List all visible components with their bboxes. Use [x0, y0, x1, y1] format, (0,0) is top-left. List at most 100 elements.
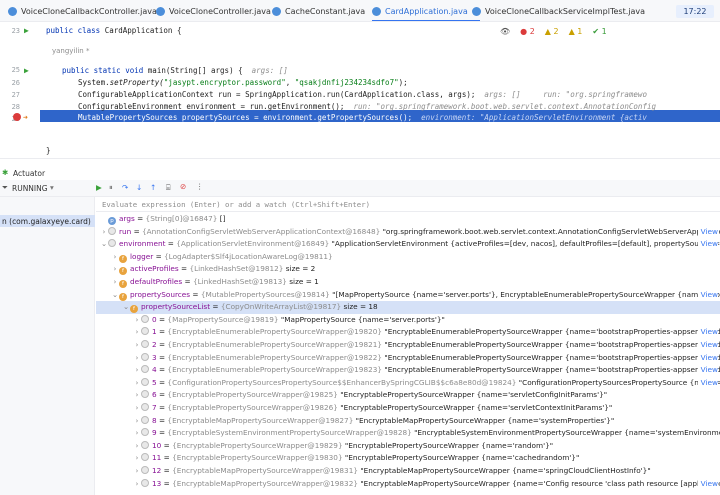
variable-row[interactable]: › 8 = {EncryptableMapPropertySourceWrappe… — [96, 415, 720, 428]
object-icon — [141, 340, 149, 348]
debug-tab-strip: ✱ Actuator — [0, 168, 720, 180]
filter-icon[interactable]: ⏷ — [2, 183, 8, 193]
view-link[interactable]: View — [697, 477, 718, 491]
view-link[interactable]: View — [697, 288, 718, 302]
more-icon[interactable]: ⋮ — [196, 182, 204, 191]
thread-state[interactable]: RUNNING — [12, 184, 48, 193]
variable-row[interactable]: › f logger = {LogAdapter$Slf4jLocationAwar… — [96, 251, 720, 264]
variable-row[interactable]: › 3 = {EncryptableEnumerablePropertySourc… — [96, 351, 720, 365]
java-class-icon — [372, 6, 381, 16]
variable-value: "EncryptableEnumerablePropertySourceWrap… — [384, 340, 720, 349]
variable-value: "EncryptableEnumerablePropertySourceWrap… — [384, 352, 720, 362]
variable-name: environment — [119, 239, 166, 249]
equals-sign: = — [131, 226, 143, 236]
weak-warning-count[interactable]: ▲ 1 — [569, 27, 583, 36]
breakpoint-icon[interactable] — [13, 113, 21, 121]
expand-icon[interactable]: › — [133, 415, 141, 428]
variable-value: "EncryptablePropertySourceWrapper {name=… — [340, 403, 613, 412]
inline-debug-hint: environment: "ApplicationServletEnvironm… — [421, 113, 647, 122]
expand-icon[interactable]: › — [111, 263, 119, 276]
tab-voiceclonecontroller[interactable]: VoiceCloneController.java — [156, 0, 271, 21]
variable-row[interactable]: › 5 = {ConfigurationPropertySourcesProper… — [96, 376, 720, 390]
variable-row[interactable]: › 12 = {EncryptableMapPropertySourceWrapp… — [96, 465, 720, 478]
expand-icon[interactable]: › — [111, 276, 119, 289]
variable-row[interactable]: ⌄ f propertySources = {MutablePropertySour… — [96, 288, 720, 302]
variable-row[interactable]: › f activeProfiles = {LinkedHashSet@19812}… — [96, 263, 720, 276]
expand-icon[interactable]: › — [133, 352, 141, 365]
expand-icon[interactable]: › — [133, 326, 141, 339]
variable-row[interactable]: › run = {AnnotationConfigServletWebServer… — [96, 225, 720, 239]
expand-icon[interactable]: › — [133, 402, 141, 415]
expand-icon[interactable]: › — [133, 452, 141, 465]
breakpoints-icon[interactable]: ⊘ — [180, 182, 186, 191]
variable-row[interactable]: ⌄ f propertySourceList = {CopyOnWriteArray… — [96, 301, 720, 314]
view-link[interactable]: View — [697, 376, 718, 390]
step-over-icon[interactable]: ↷ — [122, 183, 128, 192]
run-gutter-icon[interactable]: ▶ — [24, 26, 29, 35]
tab-cacheconstant[interactable]: CacheConstant.java — [272, 0, 365, 21]
expand-icon[interactable]: › — [111, 251, 119, 264]
eye-icon[interactable]: 👁 — [500, 27, 510, 36]
expand-icon[interactable]: › — [133, 389, 141, 402]
inline-debug-hint: args: [] run: "org.springframewo — [484, 90, 647, 99]
variable-row[interactable]: › 6 = {EncryptablePropertySourceWrapper@1… — [96, 389, 720, 402]
variable-row[interactable]: › 13 = {EncryptableMapPropertySourceWrapp… — [96, 477, 720, 491]
expand-icon[interactable]: › — [133, 377, 141, 390]
variable-value: "EncryptableSystemEnvironmentPropertySou… — [414, 428, 720, 438]
tab-voiceclonecallbackserviceimpltest[interactable]: VoiceCloneCallbackServiceImplTest.java — [472, 0, 645, 21]
variable-row[interactable]: ⌄ environment = {ApplicationServletEnviro… — [96, 238, 720, 251]
variable-row[interactable]: › 11 = {EncryptablePropertySourceWrapper@… — [96, 452, 720, 465]
variable-row[interactable]: › 7 = {EncryptablePropertySourceWrapper@1… — [96, 402, 720, 415]
code-editor[interactable]: 👁 ● 2 ▲ 2 ▲ 1 ✔ 1 23 25 26 27 28 29 ▶ ▶ … — [0, 22, 720, 158]
object-icon — [141, 327, 149, 336]
view-link[interactable]: View — [697, 225, 718, 239]
variable-row[interactable]: › 1 = {EncryptableEnumerablePropertySourc… — [96, 326, 720, 339]
equals-sign: = — [156, 390, 168, 400]
stack-frame[interactable]: n (com.galaxyeye.card) — [0, 215, 95, 227]
expand-icon[interactable]: › — [133, 440, 141, 453]
collapse-icon[interactable]: ⌄ — [122, 301, 130, 314]
tab-cardapplication[interactable]: CardApplication.java× — [372, 0, 481, 21]
variable-row[interactable]: › 2 = {EncryptableEnumerablePropertySourc… — [96, 339, 720, 352]
variable-row[interactable]: › 9 = {EncryptableSystemEnvironmentProper… — [96, 427, 720, 440]
tab-actuator[interactable]: Actuator — [13, 169, 45, 178]
panel-divider[interactable] — [0, 158, 720, 159]
collapse-icon[interactable]: ⌄ — [100, 238, 108, 251]
view-link[interactable]: View — [697, 351, 718, 365]
evaluate-icon[interactable]: ⌸ — [166, 183, 171, 193]
author-hint[interactable]: yangyilin * — [52, 47, 89, 55]
java-class-icon — [472, 6, 481, 16]
expand-icon[interactable]: › — [133, 364, 141, 377]
run-gutter-icon[interactable]: ▶ — [24, 66, 29, 75]
expand-icon[interactable]: › — [133, 314, 141, 327]
pause-icon[interactable]: ⏸ — [109, 183, 113, 193]
ok-count[interactable]: ✔ 1 — [592, 27, 606, 36]
variable-row[interactable]: › 0 = {MapPropertySource@19819} "MapPrope… — [96, 314, 720, 327]
resume-icon[interactable]: ▶ — [96, 183, 102, 192]
expand-icon[interactable]: › — [133, 478, 141, 491]
collapse-icon[interactable]: ⌄ — [111, 289, 119, 302]
variable-row[interactable]: › 10 = {EncryptablePropertySourceWrapper@… — [96, 440, 720, 453]
error-count[interactable]: ● 2 — [520, 27, 535, 36]
expand-icon[interactable]: › — [133, 427, 141, 440]
thread-dropdown-icon[interactable]: ▾ — [50, 183, 54, 192]
step-into-icon[interactable]: ↓ — [136, 183, 142, 192]
expand-icon[interactable]: › — [133, 339, 141, 352]
expand-icon[interactable]: › — [133, 465, 141, 478]
variable-name: 10 — [152, 440, 162, 450]
variable-row[interactable]: › 4 = {EncryptableEnumerablePropertySourc… — [96, 364, 720, 377]
variable-row[interactable]: › f defaultProfiles = {LinkedHashSet@19813… — [96, 276, 720, 289]
step-out-icon[interactable]: ↑ — [150, 183, 156, 192]
expand-icon[interactable]: › — [100, 226, 108, 239]
equals-sign: = — [210, 302, 221, 312]
inspection-widget[interactable]: 👁 ● 2 ▲ 2 ▲ 1 ✔ 1 — [500, 27, 607, 36]
tab-voiceclonecallbackcontroller[interactable]: VoiceCloneCallbackController.java — [8, 0, 157, 21]
view-link[interactable]: View — [697, 364, 718, 377]
view-link[interactable]: View — [697, 238, 718, 251]
view-link[interactable]: View — [697, 339, 718, 352]
warning-count[interactable]: ▲ 2 — [545, 27, 559, 36]
view-link[interactable]: View — [697, 326, 718, 339]
variable-row[interactable]: p args = {String[0]@16847} [] — [96, 213, 720, 226]
field-icon: f — [119, 254, 127, 263]
evaluate-expression-input[interactable]: Evaluate expression (Enter) or add a wat… — [96, 198, 720, 212]
